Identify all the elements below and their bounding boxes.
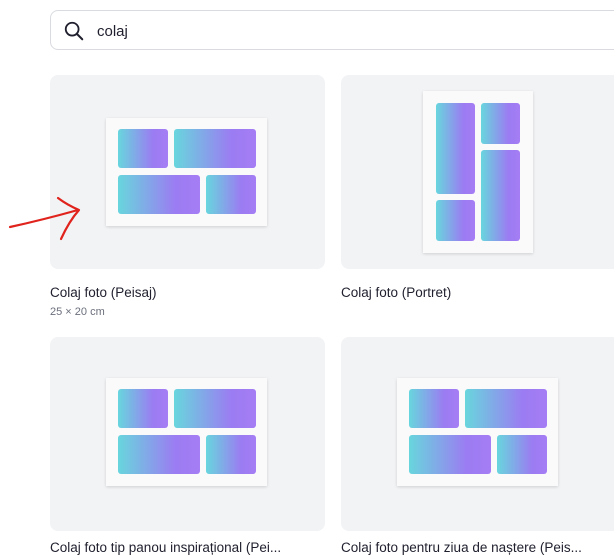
result-title[interactable]: Colaj foto (Peisaj): [50, 285, 157, 300]
result-title[interactable]: Colaj foto (Portret): [341, 285, 451, 300]
result-dimensions: 25 × 20 cm: [50, 306, 105, 318]
collage-tile: [118, 435, 200, 474]
collage-tile: [481, 150, 520, 241]
collage-tile: [118, 129, 168, 168]
collage-preview-portrait: [423, 91, 533, 253]
collage-tile: [174, 389, 256, 428]
collage-tile: [436, 200, 475, 241]
search-results-page: Colaj foto (Peisaj) 25 × 20 cm Colaj fot…: [0, 0, 614, 556]
red-arrow-annotation-icon: [8, 196, 81, 241]
collage-preview-landscape: [106, 118, 267, 226]
collage-tile: [465, 389, 547, 428]
collage-tile: [206, 175, 256, 214]
collage-tile: [174, 129, 256, 168]
search-input[interactable]: [97, 19, 497, 43]
collage-preview-landscape: [397, 378, 558, 486]
result-title[interactable]: Colaj foto pentru ziua de naștere (Peis.…: [341, 540, 582, 555]
collage-tile: [206, 435, 256, 474]
collage-tile: [118, 175, 200, 214]
collage-tile: [118, 389, 168, 428]
result-title[interactable]: Colaj foto tip panou inspirațional (Pei.…: [50, 540, 281, 555]
collage-preview-landscape: [106, 378, 267, 486]
collage-tile: [497, 435, 547, 474]
search-bar[interactable]: [50, 10, 614, 50]
collage-tile: [436, 103, 475, 194]
search-icon[interactable]: [63, 20, 85, 42]
collage-tile: [481, 103, 520, 144]
collage-tile: [409, 435, 491, 474]
collage-tile: [409, 389, 459, 428]
